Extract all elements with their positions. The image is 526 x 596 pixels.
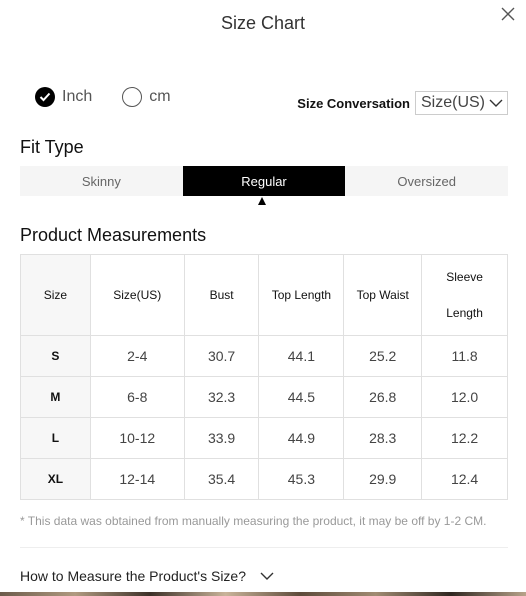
check-circle-icon bbox=[35, 87, 55, 107]
size-conversation: Size Conversation Size(US) bbox=[297, 91, 508, 115]
cell-top-waist: 26.8 bbox=[343, 376, 423, 418]
cell-top-waist: 25.2 bbox=[343, 335, 423, 377]
measurements-table: Size Size(US) Bust Top Length Top Waist … bbox=[20, 254, 508, 500]
product-image-strip bbox=[0, 592, 526, 596]
size-conversation-select[interactable]: Size(US) bbox=[414, 91, 508, 115]
how-to-measure-toggle[interactable]: How to Measure the Product's Size? bbox=[20, 568, 274, 584]
fit-type-heading: Fit Type bbox=[20, 137, 84, 157]
unit-toggle: Inch cm bbox=[35, 87, 201, 107]
divider bbox=[20, 547, 508, 548]
col-header-top-length: Top Length bbox=[258, 254, 345, 336]
col-header-sleeve-line-2: Length bbox=[446, 306, 483, 320]
cell-top-waist: 28.3 bbox=[343, 417, 423, 459]
cell-bust: 33.9 bbox=[183, 417, 260, 459]
tab-oversized[interactable]: Oversized bbox=[345, 166, 508, 196]
product-measurements-heading: Product Measurements bbox=[20, 225, 207, 245]
cell-top-length: 44.1 bbox=[258, 335, 345, 377]
cell-sleeve: 12.0 bbox=[421, 376, 508, 418]
table-row: S 2-4 30.7 44.1 25.2 11.8 bbox=[20, 335, 508, 377]
table-row: XL 12-14 35.4 45.3 29.9 12.4 bbox=[20, 458, 508, 500]
size-conversation-label: Size Conversation bbox=[297, 95, 410, 111]
measurement-note: * This data was obtained from manually m… bbox=[20, 514, 487, 528]
radio-icon bbox=[122, 87, 143, 107]
cell-top-length: 44.5 bbox=[258, 376, 345, 418]
table-row: L 10-12 33.9 44.9 28.3 12.2 bbox=[20, 417, 508, 459]
cell-sleeve: 12.4 bbox=[421, 458, 508, 500]
cell-size-us: 2-4 bbox=[89, 335, 185, 377]
col-header-size: Size bbox=[20, 254, 91, 336]
how-to-measure-label: How to Measure the Product's Size? bbox=[20, 568, 247, 584]
col-header-bust: Bust bbox=[183, 254, 260, 336]
cell-top-waist: 29.9 bbox=[343, 458, 423, 500]
cell-size: L bbox=[20, 417, 91, 459]
close-icon[interactable] bbox=[498, 4, 518, 24]
size-conversation-value: Size(US) bbox=[420, 94, 485, 111]
cell-size: S bbox=[20, 335, 91, 377]
cell-bust: 32.3 bbox=[183, 376, 260, 418]
fit-type-tabs: Skinny Regular Oversized bbox=[20, 166, 508, 196]
cell-top-length: 44.9 bbox=[258, 417, 345, 459]
unit-label-cm: cm bbox=[149, 88, 171, 105]
col-header-sleeve-line-1: Sleeve bbox=[446, 270, 483, 284]
tab-skinny[interactable]: Skinny bbox=[20, 166, 183, 196]
col-header-size-us: Size(US) bbox=[89, 254, 185, 336]
dialog-title: Size Chart bbox=[220, 13, 306, 33]
cell-size-us: 10-12 bbox=[89, 417, 185, 459]
unit-option-cm[interactable]: cm bbox=[122, 87, 171, 107]
cell-sleeve: 11.8 bbox=[421, 335, 508, 377]
cell-bust: 35.4 bbox=[183, 458, 260, 500]
chevron-down-icon bbox=[260, 572, 274, 580]
cell-size-us: 12-14 bbox=[89, 458, 185, 500]
chevron-down-icon bbox=[489, 99, 503, 107]
cell-bust: 30.7 bbox=[183, 335, 260, 377]
cell-sleeve: 12.2 bbox=[421, 417, 508, 459]
unit-label-inch: Inch bbox=[62, 88, 93, 105]
active-tab-caret bbox=[258, 197, 266, 205]
cell-size: M bbox=[20, 376, 91, 418]
cell-top-length: 45.3 bbox=[258, 458, 345, 500]
tab-regular[interactable]: Regular bbox=[182, 166, 346, 196]
cell-size-us: 6-8 bbox=[89, 376, 185, 418]
table-row: M 6-8 32.3 44.5 26.8 12.0 bbox=[20, 376, 508, 418]
unit-option-inch[interactable]: Inch bbox=[35, 87, 92, 107]
cell-size: XL bbox=[20, 458, 91, 500]
table-header-row: Size Size(US) Bust Top Length Top Waist … bbox=[20, 254, 508, 336]
col-header-sleeve-length: Sleeve Length bbox=[421, 254, 508, 336]
col-header-top-waist: Top Waist bbox=[343, 254, 423, 336]
